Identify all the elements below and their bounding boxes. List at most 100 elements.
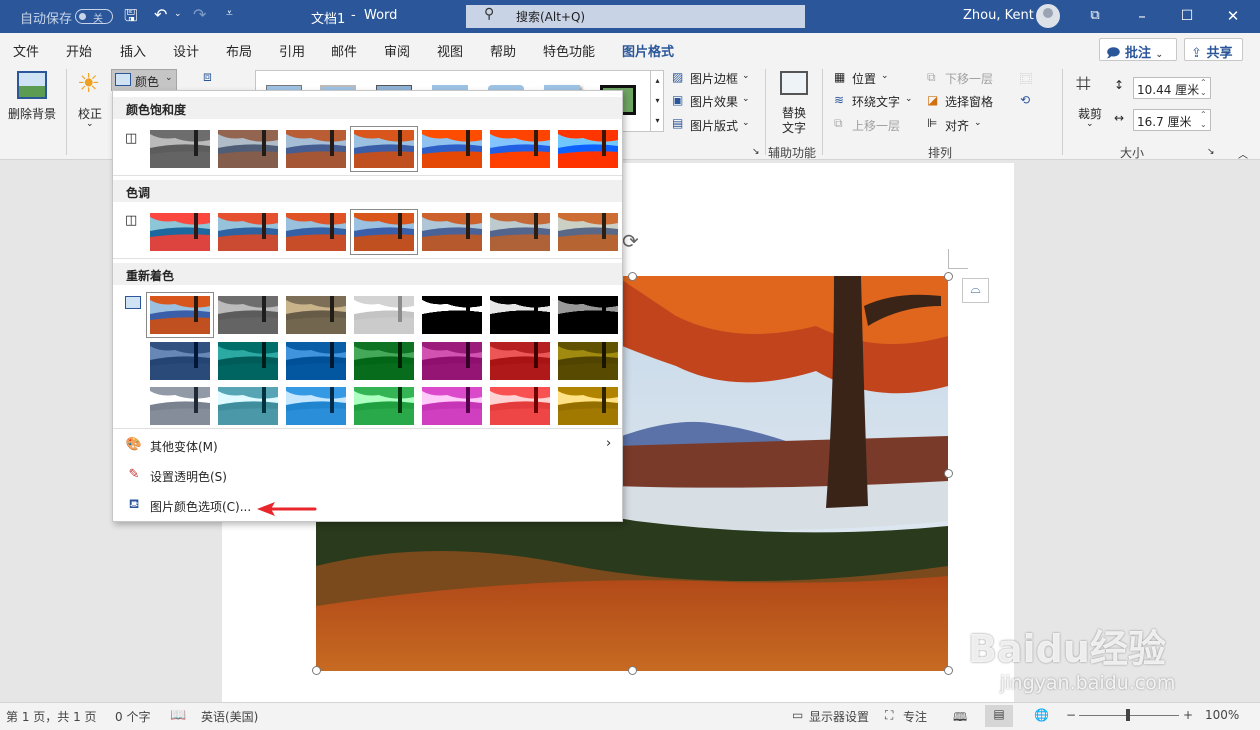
recolor-light-thumb[interactable] bbox=[354, 387, 414, 425]
zoom-level[interactable]: 100% bbox=[1205, 708, 1239, 722]
redo-icon[interactable]: ↷ bbox=[193, 5, 206, 24]
color-button[interactable]: 颜色 ⌄ bbox=[111, 69, 177, 91]
saturation-thumb[interactable] bbox=[218, 130, 278, 168]
read-mode-icon[interactable]: 🕮 bbox=[953, 708, 967, 729]
tab-file[interactable]: 文件 bbox=[13, 41, 39, 60]
zoom-in-icon[interactable]: + bbox=[1183, 708, 1193, 722]
tone-thumb[interactable] bbox=[422, 213, 482, 251]
picture-effects-label[interactable]: 图片效果 bbox=[690, 93, 738, 110]
page-count[interactable]: 第 1 页，共 1 页 bbox=[6, 708, 97, 725]
recolor-dark-thumb[interactable] bbox=[150, 342, 210, 380]
bring-forward-label[interactable]: 上移一层 bbox=[852, 117, 900, 134]
tone-thumb[interactable] bbox=[150, 213, 210, 251]
recolor-thumb[interactable] bbox=[558, 296, 618, 334]
tab-insert[interactable]: 插入 bbox=[120, 41, 146, 60]
gallery-scroll[interactable]: ▴ ▾ ▾ bbox=[650, 71, 664, 131]
recolor-dark-thumb[interactable] bbox=[354, 342, 414, 380]
remove-background-icon[interactable] bbox=[17, 71, 47, 99]
picture-border-label[interactable]: 图片边框 bbox=[690, 70, 738, 87]
sun-icon[interactable]: ☀ bbox=[77, 69, 100, 99]
layout-options-icon[interactable]: ⌓ bbox=[962, 278, 989, 303]
search-box[interactable]: ⚲ 搜索(Alt+Q) bbox=[466, 5, 805, 28]
collapse-ribbon-icon[interactable]: ︿ bbox=[1238, 146, 1248, 161]
minimize-icon[interactable]: – bbox=[1130, 5, 1154, 27]
resize-handle[interactable] bbox=[312, 666, 321, 675]
tone-thumb[interactable] bbox=[354, 213, 414, 251]
tab-picture-format[interactable]: 图片格式 bbox=[622, 41, 674, 60]
compress-pictures-icon[interactable]: ⧈ bbox=[203, 69, 212, 85]
set-transparent-color-item[interactable]: ✎ 设置透明色(S) bbox=[113, 462, 622, 488]
wrap-text-label[interactable]: 环绕文字 bbox=[852, 93, 900, 110]
recolor-dark-thumb[interactable] bbox=[286, 342, 346, 380]
chevron-down-icon[interactable]: ⌄ bbox=[881, 71, 889, 81]
recolor-dark-thumb[interactable] bbox=[490, 342, 550, 380]
comments-button[interactable]: 🗩 批注 ⌄ bbox=[1099, 38, 1177, 61]
saturation-thumb[interactable] bbox=[354, 130, 414, 168]
tab-design[interactable]: 设计 bbox=[173, 41, 199, 60]
alt-text-icon[interactable] bbox=[780, 71, 808, 95]
dialog-launcher-icon[interactable]: ↘ bbox=[1207, 147, 1215, 157]
resize-handle[interactable] bbox=[944, 666, 953, 675]
ribbon-display-icon[interactable]: ⧉ bbox=[1083, 5, 1107, 27]
recolor-light-thumb[interactable] bbox=[558, 387, 618, 425]
display-settings[interactable]: 显示器设置 bbox=[809, 708, 869, 725]
undo-dropdown-icon[interactable]: ⌄ bbox=[174, 9, 182, 19]
recolor-dark-thumb[interactable] bbox=[422, 342, 482, 380]
recolor-dark-thumb[interactable] bbox=[558, 342, 618, 380]
zoom-out-icon[interactable]: − bbox=[1066, 708, 1076, 722]
position-label[interactable]: 位置 bbox=[852, 70, 876, 87]
tab-review[interactable]: 审阅 bbox=[384, 41, 410, 60]
chevron-down-icon[interactable]: ⌄ bbox=[974, 118, 982, 128]
recolor-thumb[interactable] bbox=[422, 296, 482, 334]
web-layout-icon[interactable]: 🌐 bbox=[1034, 708, 1049, 722]
tab-references[interactable]: 引用 bbox=[279, 41, 305, 60]
resize-handle[interactable] bbox=[628, 272, 637, 281]
rotate-handle-icon[interactable]: ⟳ bbox=[622, 229, 639, 253]
picture-layout-label[interactable]: 图片版式 bbox=[690, 117, 738, 134]
saturation-thumb[interactable] bbox=[422, 130, 482, 168]
saturation-thumb[interactable] bbox=[286, 130, 346, 168]
chevron-down-icon[interactable]: ⌄ bbox=[1086, 119, 1094, 129]
recolor-thumb[interactable] bbox=[354, 296, 414, 334]
tab-features[interactable]: 特色功能 bbox=[543, 41, 595, 60]
recolor-light-thumb[interactable] bbox=[490, 387, 550, 425]
avatar[interactable] bbox=[1036, 4, 1060, 28]
maximize-icon[interactable]: ☐ bbox=[1175, 5, 1199, 27]
send-backward-label[interactable]: 下移一层 bbox=[945, 70, 993, 87]
tab-home[interactable]: 开始 bbox=[66, 41, 92, 60]
share-button[interactable]: ⇪ 共享 bbox=[1184, 38, 1243, 61]
saturation-thumb[interactable] bbox=[150, 130, 210, 168]
zoom-slider-thumb[interactable] bbox=[1126, 709, 1130, 721]
saturation-thumb[interactable] bbox=[490, 130, 550, 168]
chevron-down-icon[interactable]: ⌄ bbox=[742, 71, 750, 81]
customize-toolbar-icon[interactable]: ⩡ bbox=[226, 6, 233, 21]
width-input[interactable]: 16.7 厘米 bbox=[1133, 109, 1211, 131]
recolor-thumb[interactable] bbox=[490, 296, 550, 334]
alt-text-label-2[interactable]: 文字 bbox=[782, 119, 806, 136]
tone-thumb[interactable] bbox=[286, 213, 346, 251]
resize-handle[interactable] bbox=[944, 272, 953, 281]
tab-help[interactable]: 帮助 bbox=[490, 41, 516, 60]
recolor-light-thumb[interactable] bbox=[218, 387, 278, 425]
tone-thumb[interactable] bbox=[218, 213, 278, 251]
tab-layout[interactable]: 布局 bbox=[226, 41, 252, 60]
undo-icon[interactable]: ↶ bbox=[154, 5, 167, 24]
resize-handle[interactable] bbox=[944, 469, 953, 478]
resize-handle[interactable] bbox=[628, 666, 637, 675]
recolor-thumb[interactable] bbox=[150, 296, 210, 334]
recolor-light-thumb[interactable] bbox=[150, 387, 210, 425]
user-name[interactable]: Zhou, Kent bbox=[963, 8, 1034, 23]
chevron-down-icon[interactable]: ⌄ bbox=[905, 94, 913, 104]
picture-color-options-item[interactable]: ⛾ 图片颜色选项(C)... bbox=[113, 492, 622, 518]
recolor-thumb[interactable] bbox=[218, 296, 278, 334]
word-count[interactable]: 0 个字 bbox=[115, 708, 150, 725]
tone-thumb[interactable] bbox=[490, 213, 550, 251]
language[interactable]: 英语(美国) bbox=[201, 708, 258, 725]
crop-icon[interactable]: ⌗ bbox=[1076, 69, 1091, 100]
print-layout-icon[interactable]: ▤ bbox=[985, 705, 1013, 727]
tone-thumb[interactable] bbox=[558, 213, 618, 251]
recolor-thumb[interactable] bbox=[286, 296, 346, 334]
chevron-down-icon[interactable]: ⌄ bbox=[86, 119, 94, 129]
recolor-light-thumb[interactable] bbox=[422, 387, 482, 425]
recolor-light-thumb[interactable] bbox=[286, 387, 346, 425]
